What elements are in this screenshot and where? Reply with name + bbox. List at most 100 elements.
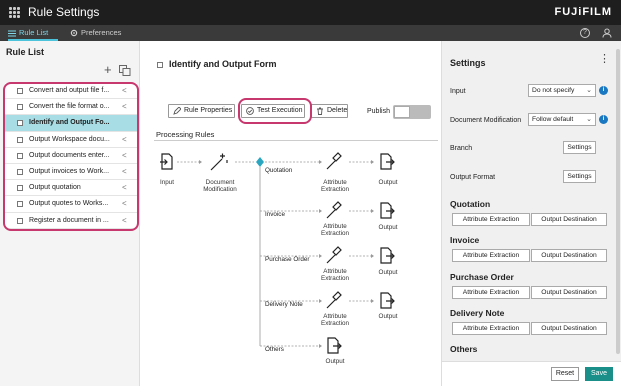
input-icon[interactable] [160,153,173,170]
save-button[interactable]: Save [585,367,613,381]
rule-item[interactable]: Output quotation < [5,180,137,197]
info-icon[interactable]: i [599,115,608,124]
add-rule-icon[interactable]: + [104,63,112,76]
doc-mod-select[interactable]: Follow default ⌄ [528,113,596,126]
attribute-extraction-label: Attribute Extraction [321,179,349,193]
tab-rule-list[interactable]: Rule List [8,25,58,41]
gear-icon [70,29,78,37]
reset-button[interactable]: Reset [551,367,579,381]
attribute-extraction-icon[interactable] [326,291,342,309]
rule-item[interactable]: Register a document in ... < [5,212,137,229]
more-options-icon[interactable]: ⋮ [599,54,610,65]
input-select-value: Do not specify [532,87,575,94]
output-icon[interactable] [327,337,342,354]
attribute-extraction-label: Attribute Extraction [321,223,349,237]
purchase-order-attribute-extraction-button[interactable]: Attribute Extraction [452,286,530,299]
chevron-down-icon: ⌄ [586,116,592,123]
main-panel: Identify and Output Form Rule Properties… [141,41,441,386]
rule-doc-icon [17,217,23,224]
section-quotation: Quotation [450,199,491,209]
tab-preferences-label: Preferences [81,28,122,37]
share-icon[interactable]: < [122,213,127,228]
rule-doc-icon [17,201,23,208]
rule-doc-icon [17,136,23,143]
list-icon [8,30,16,37]
delivery-note-output-destination-button[interactable]: Output Destination [531,322,607,335]
rule-item-label: Output invoices to Work... [29,167,110,175]
rule-doc-icon [17,168,23,175]
sidebar-title: Rule List [6,47,45,57]
output-icon[interactable] [380,153,395,170]
share-icon[interactable]: < [122,148,127,163]
output-icon[interactable] [380,292,395,309]
purchase-order-output-destination-button[interactable]: Output Destination [531,286,607,299]
output-format-setting-label: Output Format [450,174,496,181]
tab-rule-list-label: Rule List [19,28,49,37]
attribute-extraction-label: Attribute Extraction [321,313,349,327]
share-icon[interactable]: < [122,132,127,147]
settings-footer: Reset Save [442,361,621,386]
input-select[interactable]: Do not specify ⌄ [528,84,596,97]
share-icon[interactable]: < [122,83,127,98]
branch-label-invoice: Invoice [265,211,285,218]
rule-doc-icon [17,152,23,159]
rule-item-label: Output documents enter... [29,151,110,159]
rule-doc-icon [17,120,23,127]
app-grid-icon[interactable] [9,7,20,18]
rule-item[interactable]: Convert and output file f... < [5,83,137,100]
attribute-extraction-icon[interactable] [326,201,342,219]
attribute-extraction-icon[interactable] [326,152,342,170]
output-label: Output [378,269,398,276]
document-modification-label: Document Modification [203,179,237,193]
help-icon[interactable]: ? [580,28,590,38]
branch-label-purchase-order: Purchase Order [265,256,310,263]
branch-setting-label: Branch [450,145,473,152]
rule-list: Convert and output file f... < Convert th… [5,83,137,229]
app-title: Rule Settings [28,5,100,19]
output-format-settings-button[interactable]: Settings [563,170,596,183]
rule-doc-icon [17,185,23,192]
rule-item[interactable]: Output quotes to Works... < [5,196,137,213]
rule-item[interactable]: Convert the file format o... < [5,99,137,116]
output-label: Output [378,313,398,320]
share-icon[interactable]: < [122,196,127,211]
top-bar: Rule Settings FUJiFILM [0,0,621,25]
quotation-attribute-extraction-button[interactable]: Attribute Extraction [452,213,530,226]
rule-item[interactable]: Output Workspace docu... < [5,131,137,148]
rule-item-label: Convert and output file f... [29,87,110,94]
output-icon[interactable] [380,202,395,219]
branch-label-quotation: Quotation [265,167,293,174]
output-label: Output [325,358,345,365]
settings-title: Settings [450,58,486,68]
output-label: Output [378,224,398,231]
rule-item-selected[interactable]: Identify and Output Fo... [5,115,137,132]
brand-logo: FUJiFILM [554,6,612,18]
branch-label-delivery-note: Delivery Note [265,301,303,308]
tab-preferences[interactable]: Preferences [70,25,132,41]
rule-item[interactable]: Output documents enter... < [5,147,137,164]
rule-item-label: Register a document in ... [29,216,109,224]
branch-settings-button[interactable]: Settings [563,141,596,154]
section-invoice: Invoice [450,235,480,245]
rule-item[interactable]: Output invoices to Work... < [5,163,137,181]
tab-bar: Rule List Preferences ? [0,25,621,41]
share-icon[interactable]: < [122,164,127,179]
user-icon[interactable] [602,28,612,38]
share-icon[interactable]: < [122,99,127,114]
invoice-output-destination-button[interactable]: Output Destination [531,249,607,262]
flow-connectors [160,152,395,354]
branch-diamond-icon[interactable] [256,157,264,167]
delivery-note-attribute-extraction-button[interactable]: Attribute Extraction [452,322,530,335]
copy-rule-icon[interactable] [119,65,131,76]
section-others: Others [450,344,478,354]
attribute-extraction-icon[interactable] [326,246,342,264]
output-icon[interactable] [380,247,395,264]
chevron-down-icon: ⌄ [586,87,592,94]
info-icon[interactable]: i [599,86,608,95]
quotation-output-destination-button[interactable]: Output Destination [531,213,607,226]
document-modification-icon[interactable] [210,153,228,171]
rule-item-label: Output quotes to Works... [29,200,109,208]
share-icon[interactable]: < [122,180,127,195]
invoice-attribute-extraction-button[interactable]: Attribute Extraction [452,249,530,262]
settings-scrollbar[interactable] [616,49,620,354]
